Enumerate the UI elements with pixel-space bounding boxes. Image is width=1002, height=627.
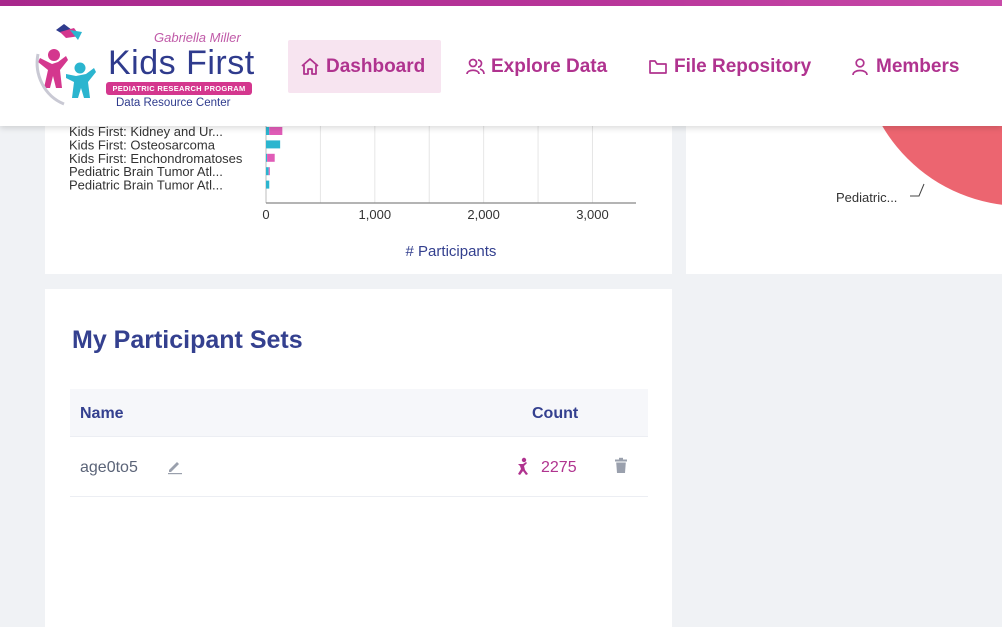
pie-label-leader — [910, 183, 925, 197]
pie-slice-label: Pediatric... — [836, 190, 897, 205]
trash-icon[interactable] — [613, 457, 629, 475]
column-header-name[interactable]: Name — [80, 405, 124, 423]
set-count[interactable]: 2275 — [541, 459, 577, 477]
chart-bar[interactable] — [269, 127, 283, 135]
participant-sets-card: My Participant Sets Name Count age0to5 2… — [45, 289, 672, 627]
home-icon — [301, 57, 319, 75]
logo-brand-main: Kids First — [108, 44, 255, 82]
nav-label: Explore Data — [491, 55, 608, 77]
participant-sets-title: My Participant Sets — [72, 326, 303, 354]
chart-bar[interactable] — [267, 153, 275, 162]
chart-bar[interactable] — [266, 167, 269, 176]
chart-category-label: Pediatric Brain Tumor Atl... — [69, 178, 223, 193]
nav-dashboard[interactable]: Dashboard — [288, 40, 441, 93]
people-icon — [466, 58, 485, 74]
set-name[interactable]: age0to5 — [80, 459, 138, 477]
nav-label: Members — [876, 55, 960, 77]
chart-bar[interactable] — [268, 167, 270, 176]
chart-x-axis-label: # Participants — [406, 243, 497, 260]
logo-brand-sub: Data Resource Center — [116, 97, 231, 109]
nav-explore-data[interactable]: Explore Data — [453, 40, 619, 93]
logo-figures-icon — [35, 24, 96, 106]
table-header: Name Count — [70, 389, 648, 437]
nav-label: Dashboard — [326, 55, 426, 77]
logo-brand-top: Gabriella Miller — [154, 30, 241, 45]
chart-bar[interactable] — [266, 180, 270, 189]
table-row: age0to5 2275 — [70, 437, 648, 497]
kids-first-logo[interactable]: Gabriella Miller Kids First PEDIATRIC RE… — [30, 24, 260, 114]
chart-x-tick-label: 1,000 — [359, 207, 392, 222]
chart-x-tick-label: 0 — [262, 207, 269, 222]
nav-members[interactable]: Members — [838, 40, 971, 93]
nav-label: File Repository — [674, 55, 812, 77]
chart-x-tick-label: 2,000 — [467, 207, 500, 222]
nav-file-repository[interactable]: File Repository — [636, 40, 823, 93]
logo-brand-band: PEDIATRIC RESEARCH PROGRAM — [106, 82, 252, 95]
top-accent-bar — [0, 0, 1002, 6]
pencil-icon[interactable] — [166, 457, 184, 475]
person-icon — [852, 57, 868, 75]
chart-bar[interactable] — [266, 140, 281, 149]
chart-bar[interactable] — [266, 153, 268, 162]
chart-x-tick-label: 3,000 — [576, 207, 609, 222]
app-header: Gabriella Miller Kids First PEDIATRIC RE… — [0, 6, 1002, 126]
chart-bar[interactable] — [266, 127, 270, 135]
column-header-count[interactable]: Count — [532, 405, 578, 423]
folder-icon — [649, 59, 667, 74]
participant-icon — [518, 457, 528, 475]
